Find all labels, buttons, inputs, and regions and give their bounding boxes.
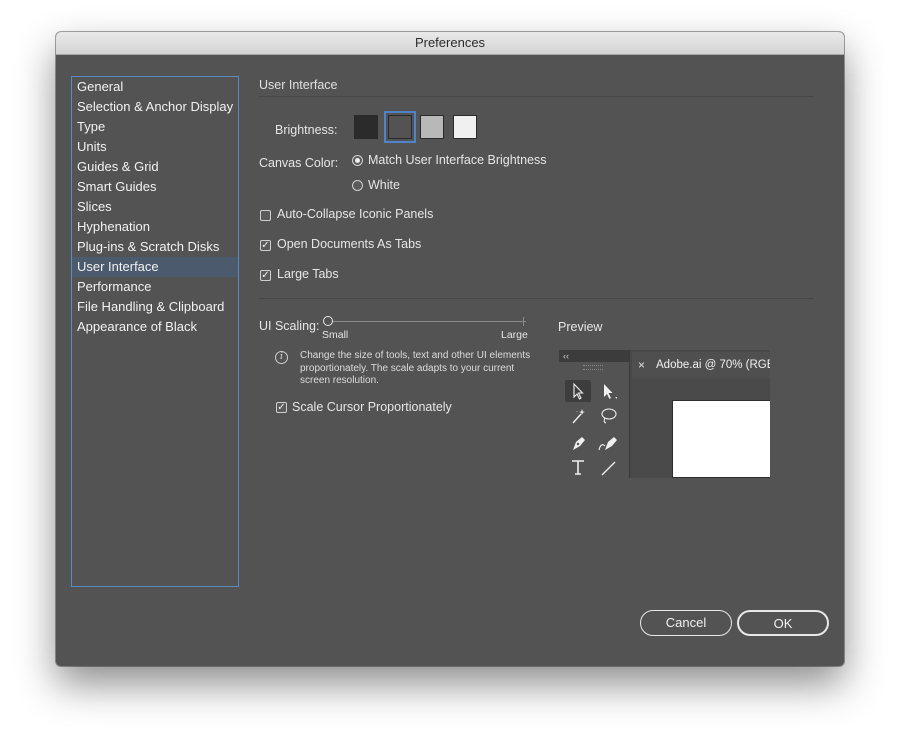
preview-toolbar-grip (583, 365, 603, 370)
tab-close-icon: × (638, 358, 646, 372)
preview-toolbar: ‹‹ (559, 350, 630, 478)
brightness-swatch-medium-light[interactable] (420, 115, 444, 139)
section-title: User Interface (259, 78, 338, 92)
sidebar-item-guides-grid[interactable]: Guides & Grid (72, 157, 238, 177)
ui-scaling-min-label: Small (322, 329, 349, 341)
preview-label: Preview (558, 320, 603, 334)
direct-selection-tool-icon (595, 380, 621, 402)
section-divider-2 (259, 298, 814, 299)
type-tool-icon (565, 456, 591, 478)
cancel-button[interactable]: Cancel (640, 610, 732, 636)
ui-scaling-track-end (523, 317, 524, 326)
sidebar-item-smart-guides[interactable]: Smart Guides (72, 177, 238, 197)
auto-collapse-checkbox[interactable] (260, 210, 271, 221)
pen-tool-icon (565, 432, 591, 454)
lasso-tool-icon (595, 405, 621, 427)
canvas-color-white-label[interactable]: White (368, 178, 400, 192)
sidebar-item-slices[interactable]: Slices (72, 197, 238, 217)
sidebar-item-selection-anchor-display[interactable]: Selection & Anchor Display (72, 97, 238, 117)
open-docs-tabs-label[interactable]: Open Documents As Tabs (277, 237, 421, 251)
preferences-dialog: Preferences General Selection & Anchor D… (56, 32, 844, 666)
scale-cursor-label[interactable]: Scale Cursor Proportionately (292, 400, 452, 414)
info-icon: i (275, 351, 288, 364)
preview-canvas (632, 378, 770, 478)
brightness-label: Brightness: (275, 123, 338, 137)
ui-scaling-label: UI Scaling: (259, 319, 320, 333)
scale-cursor-checkbox[interactable]: ✓ (276, 402, 287, 413)
window-title: Preferences (56, 32, 844, 55)
sidebar-item-appearance-of-black[interactable]: Appearance of Black (72, 317, 238, 337)
canvas-color-white-radio[interactable] (352, 180, 363, 191)
sidebar-item-performance[interactable]: Performance (72, 277, 238, 297)
preferences-sidebar: General Selection & Anchor Display Type … (71, 76, 239, 587)
ui-scaling-track[interactable] (328, 321, 526, 322)
sidebar-item-type[interactable]: Type (72, 117, 238, 137)
sidebar-item-units[interactable]: Units (72, 137, 238, 157)
canvas-color-match-radio[interactable] (352, 155, 363, 166)
preview-toolbar-collapse: ‹‹ (559, 350, 629, 362)
magic-wand-tool-icon (565, 405, 591, 427)
preview-artboard (672, 400, 770, 478)
ok-button[interactable]: OK (737, 610, 829, 636)
brightness-swatch-light[interactable] (453, 115, 477, 139)
preview-tab-title: Adobe.ai @ 70% (RGB/ (656, 359, 770, 371)
preview-document-tab: × Adobe.ai @ 70% (RGB/ (632, 352, 770, 378)
sidebar-item-user-interface[interactable]: User Interface (72, 257, 238, 277)
canvas-color-match-label[interactable]: Match User Interface Brightness (368, 153, 547, 167)
large-tabs-label[interactable]: Large Tabs (277, 267, 339, 281)
auto-collapse-label[interactable]: Auto-Collapse Iconic Panels (277, 207, 433, 221)
curvature-tool-icon (595, 432, 621, 454)
large-tabs-checkbox[interactable]: ✓ (260, 270, 271, 281)
sidebar-item-plugins-scratch-disks[interactable]: Plug-ins & Scratch Disks (72, 237, 238, 257)
sidebar-item-file-handling-clipboard[interactable]: File Handling & Clipboard (72, 297, 238, 317)
line-tool-icon (595, 456, 621, 478)
brightness-swatch-dark[interactable] (354, 115, 378, 139)
preview-pane: ‹‹ × Adobe.ai @ 70% (RGB/ (559, 350, 770, 478)
brightness-swatch-medium-dark[interactable] (384, 111, 416, 143)
selection-tool-icon (565, 380, 591, 402)
sidebar-item-hyphenation[interactable]: Hyphenation (72, 217, 238, 237)
ui-scaling-max-label: Large (501, 329, 528, 341)
section-divider (259, 96, 814, 97)
ui-scaling-description: Change the size of tools, text and other… (300, 350, 531, 386)
ui-scaling-thumb[interactable] (323, 316, 333, 326)
canvas-color-label: Canvas Color: (259, 156, 339, 170)
open-docs-tabs-checkbox[interactable]: ✓ (260, 240, 271, 251)
sidebar-item-general[interactable]: General (72, 77, 238, 97)
